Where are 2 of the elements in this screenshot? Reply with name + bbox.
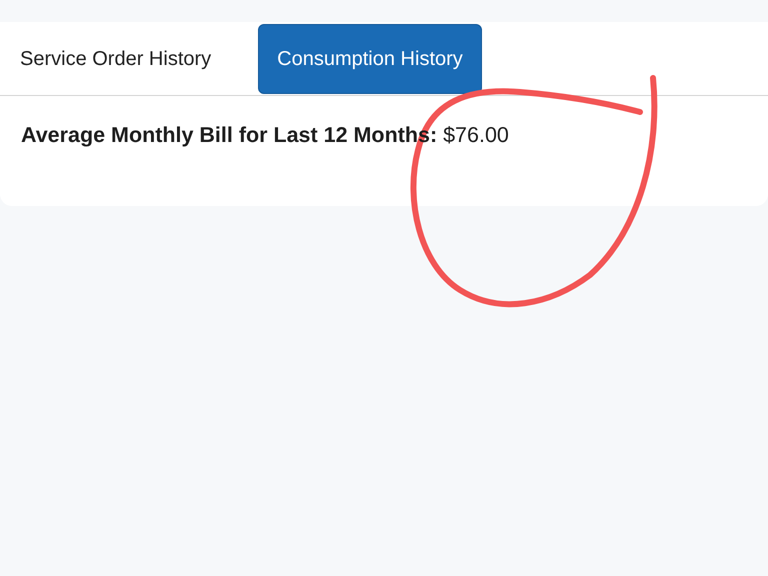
tab[interactable]: Consumption History	[258, 24, 482, 94]
tab[interactable]: Service Order History	[19, 46, 212, 72]
